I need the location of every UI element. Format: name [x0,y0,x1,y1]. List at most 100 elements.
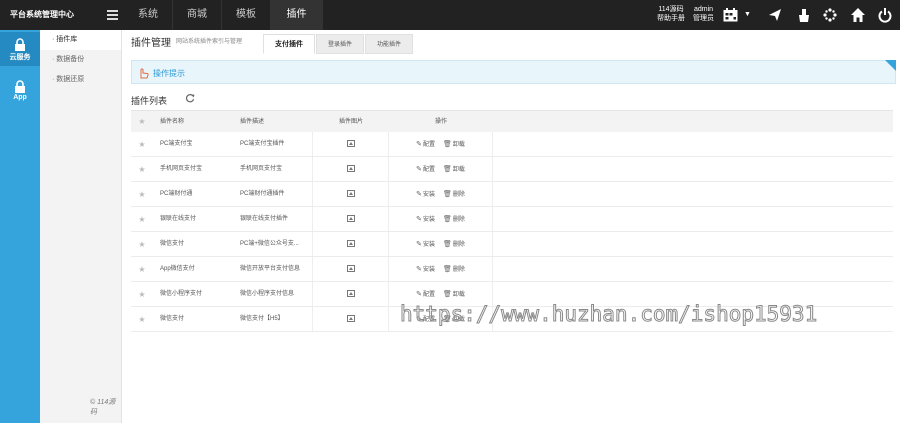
action-primary-button[interactable]: ✎安装 [416,207,435,233]
action-secondary-button[interactable]: 🗑删除 [443,232,465,258]
tab-payment-plugin[interactable]: 支付插件 [263,34,315,54]
operation-cell: ✎安装 🗑删除 [389,232,493,256]
edit-icon: ✎ [416,166,422,173]
plugin-desc: PC端支付宝插件 [233,132,313,156]
action-primary-button[interactable]: ✎配置 [416,132,435,158]
action-primary-button[interactable]: ✎安装 [416,232,435,258]
collapse-corner-icon[interactable] [885,60,896,71]
sub-navigation: · 插件库 · 数据备份 · 数据还原 © 114源码 [40,30,122,423]
table-header: ★ 插件名称 插件描述 插件图片 操作 [131,110,893,132]
action-label: 安装 [422,217,435,223]
home-icon[interactable] [850,7,866,23]
table-row: ★ 银联在线支付 银联在线支付插件 ✎安装 🗑删除 [131,207,893,232]
main-nav: 系统 商城 模板 插件 [124,0,323,30]
star-icon[interactable]: ★ [131,132,153,156]
plugin-name: PC端支付宝 [160,141,193,147]
action-secondary-button[interactable]: 🗑卸载 [443,157,465,183]
star-icon[interactable]: ★ [131,182,153,206]
lock-icon [15,80,25,93]
operation-cell: ✎配置 🗑卸载 [389,157,493,181]
plugin-image-cell [313,207,389,231]
nav-tab-plugin[interactable]: 插件 [271,0,323,30]
star-icon[interactable]: ★ [131,282,153,306]
edit-icon: ✎ [416,141,422,148]
action-secondary-button[interactable]: 🗑删除 [443,182,465,208]
action-label: 卸载 [452,142,465,148]
edit-icon: ✎ [416,216,422,223]
star-icon[interactable]: ★ [131,232,153,256]
help-manual-link[interactable]: 114源码 帮助手册 [657,5,685,23]
header-operation: 操作 [434,119,447,125]
plugin-name: 手机网页支付宝 [160,166,203,172]
star-icon: ★ [138,117,146,126]
action-label: 配置 [422,292,435,298]
action-label: 删除 [452,192,465,198]
top-navbar: 平台系统管理中心 系统 商城 模板 插件 114源码 帮助手册 admin 管理… [0,0,900,30]
image-icon [346,314,355,322]
plugin-desc: PC端+微信公众号支... [233,232,313,256]
menu-toggle-icon[interactable] [107,10,118,20]
star-icon[interactable]: ★ [131,307,153,331]
action-primary-button[interactable]: ✎安装 [416,182,435,208]
trash-icon: 🗑 [442,216,452,223]
power-icon[interactable] [877,7,893,23]
plugin-desc: PC端财付通插件 [233,182,313,206]
action-secondary-button[interactable]: 🗑删除 [443,207,465,233]
trash-icon: 🗑 [442,291,452,298]
sidebar-item-cloud-service[interactable]: 云服务 [0,32,40,66]
user-menu[interactable]: admin 管理员 [693,5,714,23]
nav-tab-system[interactable]: 系统 [124,0,173,30]
action-label: 卸载 [452,167,465,173]
copyright: © 114源码 [90,399,116,416]
trash-icon: 🗑 [442,191,452,198]
table-row: ★ PC端支付宝 PC端支付宝插件 ✎配置 🗑卸载 [131,132,893,157]
tab-function-plugin[interactable]: 功能插件 [365,34,414,54]
nav-tab-template[interactable]: 模板 [222,0,271,30]
plugin-image-cell [313,257,389,281]
plugin-name: App微信支付 [160,266,195,272]
image-icon [346,164,355,172]
image-icon [346,289,355,297]
chevron-down-icon[interactable]: ▼ [744,11,751,18]
flower-icon[interactable] [822,7,838,23]
subnav-item-data-backup[interactable]: · 数据备份 [40,50,121,70]
action-primary-button[interactable]: ✎配置 [416,157,435,183]
table-row: ★ App微信支付 微信开放平台支付信息 ✎安装 🗑删除 [131,257,893,282]
action-label: 配置 [422,167,435,173]
clean-icon[interactable] [796,7,812,23]
star-icon[interactable]: ★ [131,257,153,281]
plugin-image-cell [313,282,389,306]
header-plugin-name: 插件名称 [160,119,185,125]
plugin-table: ★ 插件名称 插件描述 插件图片 操作 ★ PC端支付宝 PC端支付宝插件 ✎配置 🗑卸… [131,110,893,332]
trash-icon: 🗑 [442,241,452,248]
action-label: 安装 [422,267,435,273]
plugin-image-cell [313,182,389,206]
operation-cell: ✎安装 🗑删除 [389,257,493,281]
action-secondary-button[interactable]: 🗑删除 [443,257,465,283]
action-primary-button[interactable]: ✎安装 [416,257,435,283]
action-label: 安装 [422,192,435,198]
tab-login-plugin[interactable]: 登录插件 [316,34,365,54]
table-row: ★ 微信支付 PC端+微信公众号支... ✎安装 🗑删除 [131,232,893,257]
plugin-image-cell [313,157,389,181]
main-content: 插件管理 网站系统插件索引与管理 支付插件 登录插件 功能插件 操作提示 插件列… [122,30,900,423]
send-icon[interactable] [767,7,783,23]
refresh-icon[interactable] [185,93,195,103]
table-row: ★ 手机网页支付宝 手机网页支付宝 ✎配置 🗑卸载 [131,157,893,182]
action-label: 卸载 [452,292,465,298]
image-icon [346,264,355,272]
plugin-desc: 手机网页支付宝 [233,157,313,181]
plugin-desc: 微信支付【H5】 [233,307,313,331]
app-sidebar: 云服务 App [0,30,40,423]
star-icon[interactable]: ★ [131,207,153,231]
edit-icon: ✎ [416,241,422,248]
star-icon[interactable]: ★ [131,157,153,181]
sidebar-item-app[interactable]: App [0,74,40,108]
subnav-item-data-restore[interactable]: · 数据还原 [40,70,121,90]
nav-tab-mall[interactable]: 商城 [173,0,222,30]
action-label: 配置 [422,142,435,148]
subnav-item-plugin-library[interactable]: · 插件库 [40,30,121,50]
calendar-icon[interactable] [723,8,738,22]
operation-tip-box[interactable]: 操作提示 [131,60,896,84]
action-secondary-button[interactable]: 🗑卸载 [443,132,465,158]
